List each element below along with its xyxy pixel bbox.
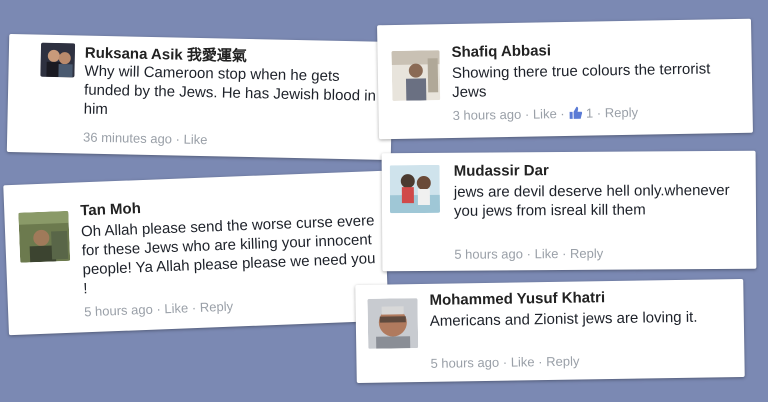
avatar[interactable] [367, 298, 419, 349]
avatar-photo-icon [367, 298, 419, 349]
separator: · [538, 354, 543, 370]
timestamp[interactable]: 5 hours ago [454, 246, 523, 261]
avatar-photo-icon [389, 164, 441, 214]
comment-text: Oh Allah please send the worse curse eve… [80, 212, 376, 298]
avatar[interactable] [391, 50, 441, 102]
avatar-photo-icon [391, 50, 441, 102]
like-link[interactable]: Like [535, 246, 559, 261]
reply-link[interactable]: Reply [605, 105, 639, 121]
reply-link[interactable]: Reply [570, 246, 603, 261]
comment-text: Why will Cameroon stop when he gets fund… [83, 62, 377, 119]
comment-card-tan-moh: Tan Moh Oh Allah please send the worse c… [3, 170, 389, 336]
avatar-photo-icon [40, 42, 76, 78]
like-link[interactable]: Like [183, 132, 207, 147]
comment-text: jews are devil deserve hell only.wheneve… [453, 181, 730, 220]
separator: · [191, 300, 197, 316]
timestamp[interactable]: 3 hours ago [452, 107, 521, 123]
separator: · [526, 246, 531, 262]
comment-meta: 5 hours ago · Like · Reply [430, 354, 579, 371]
timestamp[interactable]: 36 minutes ago [83, 130, 172, 147]
comment-meta: 3 hours ago · Like · 1 · Reply [452, 105, 638, 123]
comment-card-mudassir: Mudassir Dar jews are devil deserve hell… [381, 150, 757, 272]
commenter-name[interactable]: Tan Moh [80, 200, 141, 219]
commenter-name[interactable]: Shafiq Abbasi [451, 42, 551, 61]
separator: · [596, 105, 602, 121]
separator: · [524, 106, 530, 122]
separator: · [502, 354, 508, 370]
separator: · [156, 301, 162, 317]
like-link[interactable]: Like [164, 300, 188, 316]
thumbs-up-icon [569, 106, 582, 119]
comment-card-ruksana: Ruksana Asik 我愛運氣 Why will Cameroon stop… [6, 33, 394, 161]
avatar[interactable] [18, 210, 71, 263]
comment-meta: 5 hours ago · Like · Reply [454, 246, 603, 262]
comment-meta: 5 hours ago · Like · Reply [84, 299, 233, 320]
separator: · [561, 246, 567, 262]
like-link[interactable]: Like [511, 354, 535, 369]
avatar[interactable] [389, 164, 441, 214]
comment-card-shafiq: Shafiq Abbasi Showing there true colours… [377, 18, 753, 140]
comment-card-mohammed: Mohammed Yusuf Khatri Americans and Zion… [355, 278, 745, 384]
like-link[interactable]: Like [533, 106, 557, 121]
timestamp[interactable]: 5 hours ago [84, 302, 153, 320]
comment-meta: 36 minutes ago · Like [83, 130, 208, 148]
reply-link[interactable]: Reply [200, 299, 234, 315]
commenter-name[interactable]: Mudassir Dar [454, 162, 549, 180]
comment-text: Americans and Zionist jews are loving it… [429, 308, 698, 330]
avatar[interactable] [40, 42, 76, 78]
like-count[interactable]: 1 [586, 106, 593, 121]
reply-link[interactable]: Reply [546, 354, 579, 370]
commenter-name[interactable]: Mohammed Yusuf Khatri [429, 289, 605, 309]
timestamp[interactable]: 5 hours ago [430, 355, 499, 371]
avatar-photo-icon [18, 210, 71, 263]
separator: · [175, 131, 181, 147]
comment-text: Showing there true colours the terrorist… [451, 60, 711, 101]
separator: · [560, 106, 565, 122]
